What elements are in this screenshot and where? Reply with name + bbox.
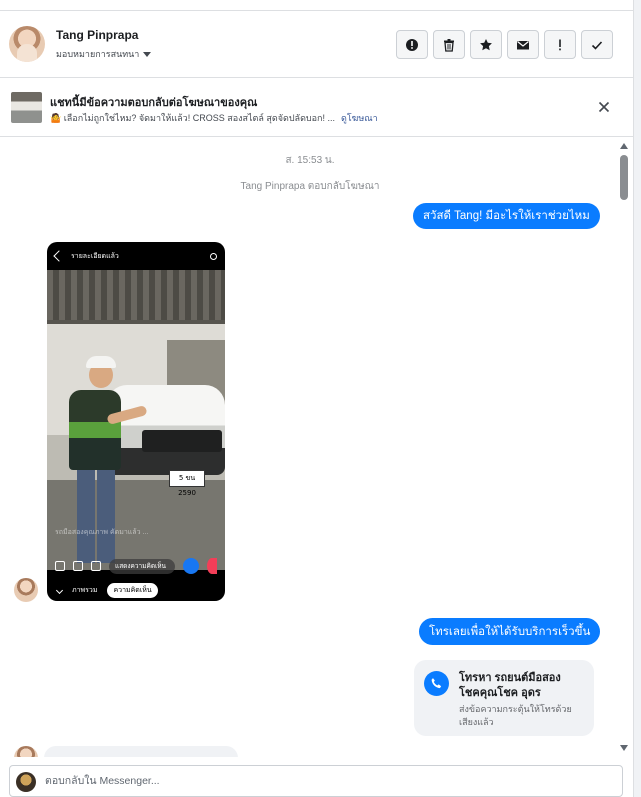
page-avatar [16,772,36,792]
caret-down-icon [143,51,152,57]
person-body [69,390,121,470]
garage-ceiling [47,270,225,320]
outgoing-message[interactable]: โทรเลยเพื่อให้ได้รับบริการเร็วขึ้น [419,618,601,645]
ad-banner-subtitle: 🤷 เลือกไม่ถูกใช่ไหม? จัดมาให้แล้ว! CROSS… [50,111,378,125]
delete-button[interactable] [433,30,465,59]
share-icon[interactable] [91,561,101,571]
call-card-subtitle: ส่งข้อความกระตุ้นให้โทรด้วยเสียงแล้ว [459,704,572,727]
avatar[interactable] [9,26,45,62]
call-card-title: โทรหา รถยนต์มือสอง โชคคุณโชค อุดร [459,672,561,699]
contact-avatar[interactable] [14,578,38,602]
shared-video-message[interactable]: รายละเอียดแล้ว 5 ขน 2590 รถมือสองคุณภาพ … [47,242,225,601]
video-tab-overview[interactable]: ภาพรวม [72,585,97,596]
contact-name[interactable]: Tang Pinprapa [56,28,138,42]
message-text: สวัสดี Tang! มีอะไรให้เราช่วยไหม [423,210,590,222]
chevron-down-icon[interactable] [55,586,64,595]
person-hat [86,356,116,368]
reply-composer [9,765,623,797]
scroll-thumb[interactable] [620,155,628,200]
message-text: โทรเลยเพื่อให้ได้รับบริการเร็วขึ้น [429,625,591,638]
video-action-bar: แสดงความคิดเห็น [47,555,225,577]
outgoing-message[interactable]: สวัสดี Tang! มีอะไรให้เราช่วยไหม [413,203,600,229]
car-grille [142,430,222,452]
mark-done-button[interactable] [581,30,613,59]
view-ad-link[interactable]: ดูโฆษณา [341,113,378,123]
follow-up-button[interactable] [544,30,576,59]
phone-icon [424,671,449,696]
scroll-down-icon[interactable] [620,745,628,751]
settings-icon [210,252,217,260]
scroll-up-icon[interactable] [620,143,628,149]
ad-reply-banner: แชทนี้มีข้อความตอบกลับต่อโฆษณาของคุณ 🤷 เ… [0,79,633,137]
important-icon [559,39,561,50]
video-top-label: รายละเอียดแล้ว [71,252,119,260]
top-divider [0,0,641,11]
license-plate: 5 ขน 2590 [169,470,205,497]
comment-pill[interactable]: แสดงความคิดเห็น [109,558,175,574]
spam-icon [406,38,418,51]
mark-unread-button[interactable] [507,30,539,59]
video-frame: 5 ขน 2590 รถมือสองคุณภาพ คัดมาแล้ว ... [47,270,225,570]
mark-spam-button[interactable] [396,30,428,59]
love-icon[interactable] [207,558,217,574]
mail-icon [517,40,529,49]
video-tabs: ภาพรวม ความคิดเห็น [47,580,225,601]
ad-banner-title: แชทนี้มีข้อความตอบกลับต่อโฆษณาของคุณ [50,97,258,109]
close-icon[interactable] [596,99,612,115]
assign-label: มอบหมายการสนทนา [56,49,140,59]
ad-reply-note: Tang Pinprapa ตอบกลับโฆษณา [240,181,380,192]
video-tab-comments[interactable]: ความคิดเห็น [107,583,158,598]
back-arrow-icon [53,250,65,262]
person-legs [77,468,115,563]
ad-thumbnail[interactable] [11,92,42,123]
right-edge [633,0,641,797]
message-timestamp: ส. 15:53 น. [285,155,335,166]
trash-icon [444,38,454,52]
ad-text: 🤷 เลือกไม่ถูกใช่ไหม? จัดมาให้แล้ว! CROSS… [50,113,335,123]
star-button[interactable] [470,30,502,59]
video-top-bar: รายละเอียดแล้ว [47,242,225,270]
reply-input[interactable] [45,766,605,796]
video-caption: รถมือสองคุณภาพ คัดมาแล้ว ... [55,529,149,536]
header-actions [396,30,613,59]
react-icon[interactable] [73,561,83,571]
star-icon [480,38,492,50]
thread-scrollbar[interactable] [617,140,631,755]
conversation-header: Tang Pinprapa มอบหมายการสนทนา [0,11,633,78]
like-icon[interactable] [183,558,199,574]
done-icon [591,40,603,50]
save-icon[interactable] [55,561,65,571]
call-cta-card[interactable]: โทรหา รถยนต์มือสอง โชคคุณโชค อุดร ส่งข้อ… [414,660,594,736]
assign-conversation-dropdown[interactable]: มอบหมายการสนทนา [56,47,152,61]
